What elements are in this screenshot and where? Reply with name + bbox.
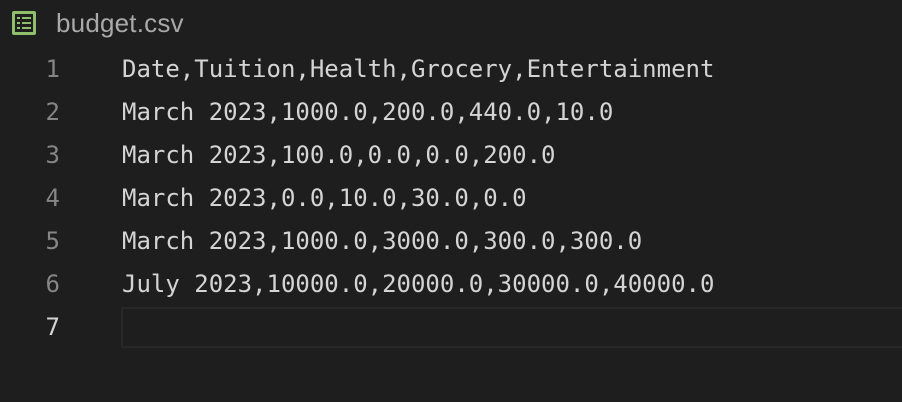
- editor-line[interactable]: 4 March 2023,0.0,10.0,30.0,0.0: [0, 177, 902, 220]
- line-number: 2: [45, 98, 60, 126]
- line-text[interactable]: March 2023,1000.0,3000.0,300.0,300.0: [122, 220, 642, 263]
- line-number: 3: [45, 141, 60, 169]
- line-number: 4: [45, 184, 60, 212]
- editor-line[interactable]: 5 March 2023,1000.0,3000.0,300.0,300.0: [0, 220, 902, 263]
- editor-line[interactable]: 3 March 2023,100.0,0.0,0.0,200.0: [0, 134, 902, 177]
- line-text[interactable]: July 2023,10000.0,20000.0,30000.0,40000.…: [122, 263, 714, 306]
- editor-line[interactable]: 1 Date,Tuition,Health,Grocery,Entertainm…: [0, 48, 902, 91]
- line-text[interactable]: March 2023,1000.0,200.0,440.0,10.0: [122, 91, 613, 134]
- file-name[interactable]: budget.csv: [56, 6, 184, 40]
- line-number: 7: [45, 313, 60, 341]
- line-text[interactable]: Date,Tuition,Health,Grocery,Entertainmen…: [122, 48, 714, 91]
- file-tab-header: budget.csv: [0, 0, 902, 44]
- line-text[interactable]: March 2023,100.0,0.0,0.0,200.0: [122, 134, 555, 177]
- spreadsheet-icon: [12, 11, 36, 35]
- line-text[interactable]: March 2023,0.0,10.0,30.0,0.0: [122, 177, 527, 220]
- editor-line[interactable]: 6 July 2023,10000.0,20000.0,30000.0,4000…: [0, 263, 902, 306]
- editor-line-current[interactable]: 7: [0, 306, 902, 349]
- code-editor[interactable]: 1 Date,Tuition,Health,Grocery,Entertainm…: [0, 48, 902, 402]
- current-line-highlight: [121, 307, 902, 348]
- editor-line[interactable]: 2 March 2023,1000.0,200.0,440.0,10.0: [0, 91, 902, 134]
- line-number: 5: [45, 227, 60, 255]
- line-number: 1: [45, 55, 60, 83]
- line-number: 6: [45, 270, 60, 298]
